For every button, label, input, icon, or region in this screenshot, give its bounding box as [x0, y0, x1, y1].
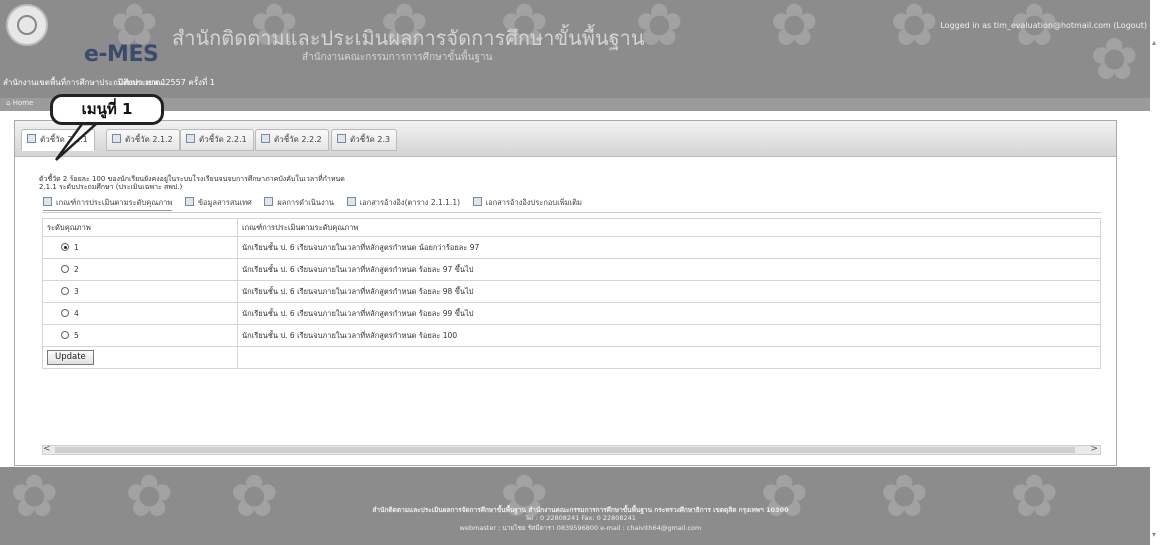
- table-row: 5 นักเรียนชั้น ป. 6 เรียนจบภายในเวลาที่ห…: [42, 324, 1101, 347]
- level-label: 3: [74, 287, 79, 296]
- breadcrumb: ⌂ Home: [0, 98, 1161, 111]
- quality-criteria-table: ระดับคุณภาพ เกณฑ์การประเมินตามระดับคุณภา…: [42, 218, 1101, 369]
- indicator-description: ตัวชี้วัด 2 ร้อยละ 100 ของนักเรียนยังคงอ…: [39, 175, 345, 191]
- subtab-label: ผลการดำเนินงาน: [277, 198, 335, 207]
- edit-icon: [112, 134, 121, 143]
- page-vertical-scrollbar[interactable]: [1150, 0, 1161, 545]
- scroll-left-icon[interactable]: <: [43, 444, 51, 454]
- level-radio-selected[interactable]: [61, 243, 69, 251]
- tab-indicator-2-1-2[interactable]: ตัวชี้วัด 2.1.2: [106, 129, 180, 151]
- criterion-cell: นักเรียนชั้น ป. 6 เรียนจบภายในเวลาที่หลั…: [237, 324, 1101, 347]
- subtab-reference-docs[interactable]: เอกสารอ้างอิง(ตาราง 2.1.1.1): [346, 196, 461, 211]
- home-link[interactable]: ⌂ Home: [6, 99, 33, 107]
- scrollbar-thumb[interactable]: [55, 447, 1075, 453]
- footer-webmaster: webmaster : นายไชย รัศมีดารา 0839596800 …: [459, 524, 702, 532]
- edit-icon: [43, 197, 52, 206]
- tab-indicator-2-3[interactable]: ตัวชี้วัด 2.3: [331, 129, 398, 151]
- edit-icon: [264, 197, 274, 206]
- ministry-seal-logo: [6, 4, 48, 46]
- scroll-right-icon[interactable]: >: [1090, 444, 1098, 454]
- main-panel: ตัวชี้วัด 2.1.1 ตัวชี้วัด 2.1.2 ตัวชี้วั…: [14, 120, 1117, 466]
- flower-decoration: ✿: [770, 0, 819, 59]
- empty-cell: [237, 346, 1101, 369]
- subtab-results[interactable]: ผลการดำเนินงาน: [264, 196, 334, 211]
- tab-indicator-2-2-2[interactable]: ตัวชี้วัด 2.2.2: [255, 129, 329, 151]
- subtab-label: เกณฑ์การประเมินตามระดับคุณภาพ: [56, 198, 173, 207]
- edit-icon: [186, 134, 195, 143]
- site-footer: ✿ ✿ ✿ ✿ ✿ ✿ ✿ สำนักติดตามและประเมินผลการ…: [0, 467, 1161, 545]
- app-logo: e-MES: [84, 42, 159, 67]
- edit-icon: [27, 134, 36, 143]
- indicator-title: ตัวชี้วัด 2 ร้อยละ 100 ของนักเรียนยังคงอ…: [39, 175, 345, 183]
- column-header-criterion: เกณฑ์การประเมินตามระดับคุณภาพ: [237, 218, 1101, 237]
- home-link-label: Home: [12, 99, 34, 107]
- level-radio[interactable]: [61, 331, 69, 339]
- level-label: 1: [74, 243, 79, 252]
- horizontal-scrollbar[interactable]: < >: [42, 444, 1101, 455]
- level-radio[interactable]: [61, 309, 69, 317]
- table-row: 4 นักเรียนชั้น ป. 6 เรียนจบภายในเวลาที่ห…: [42, 302, 1101, 325]
- org-subtitle: สำนักงานคณะกรรมการการศึกษาขั้นพื้นฐาน: [302, 52, 493, 63]
- criterion-cell: นักเรียนชั้น ป. 6 เรียนจบภายในเวลาที่หลั…: [237, 280, 1101, 303]
- criterion-cell: นักเรียนชั้น ป. 6 เรียนจบภายในเวลาที่หลั…: [237, 236, 1101, 259]
- subtab-label: เอกสารอ้างอิงประกอบเพิ่มเติม: [485, 198, 583, 207]
- level-cell[interactable]: 3: [42, 280, 238, 303]
- table-row: Update: [42, 346, 1101, 369]
- subtab-label: เอกสารอ้างอิง(ตาราง 2.1.1.1): [359, 198, 461, 207]
- site-header: ✿ ✿ ✿ ✿ ✿ ✿ ✿ ✿ ✿ e-MES สำนักติดตามและปร…: [0, 0, 1161, 98]
- column-header-level: ระดับคุณภาพ: [42, 218, 238, 237]
- table-header-row: ระดับคุณภาพ เกณฑ์การประเมินตามระดับคุณภา…: [42, 218, 1101, 237]
- edit-icon: [346, 197, 356, 206]
- level-radio[interactable]: [61, 287, 69, 295]
- scroll-up-icon[interactable]: ▴: [1152, 38, 1156, 47]
- subtab-information[interactable]: ข้อมูลสารสนเทศ: [184, 196, 252, 211]
- sub-tab-divider: [42, 212, 1101, 213]
- tab-label: ตัวชี้วัด 2.3: [350, 135, 391, 144]
- update-cell: Update: [42, 346, 238, 369]
- update-button[interactable]: Update: [47, 350, 94, 365]
- home-icon: ⌂: [6, 99, 11, 107]
- level-cell[interactable]: 4: [42, 302, 238, 325]
- sub-tab-bar: เกณฑ์การประเมินตามระดับคุณภาพ ข้อมูลสารส…: [43, 196, 592, 212]
- flower-decoration: ✿: [890, 0, 939, 59]
- fiscal-year-label: ปีงบประมาณ 2557 ครั้งที่ 1: [118, 78, 215, 87]
- footer-phone: Tel : 0 22808241 Fax: 0 22808241: [525, 514, 636, 522]
- tab-label: ตัวชี้วัด 2.2.1: [199, 135, 247, 144]
- table-row: 3 นักเรียนชั้น ป. 6 เรียนจบภายในเวลาที่ห…: [42, 280, 1101, 303]
- tab-label: ตัวชี้วัด 2.2.2: [274, 135, 322, 144]
- table-row: 2 นักเรียนชั้น ป. 6 เรียนจบภายในเวลาที่ห…: [42, 258, 1101, 281]
- login-status-link[interactable]: Logged in as tim_evaluation@hotmail.com …: [940, 21, 1147, 30]
- menu-callout: เมนูที่ 1: [50, 94, 164, 125]
- tab-indicator-2-2-1[interactable]: ตัวชี้วัด 2.2.1: [180, 129, 254, 151]
- tab-label: ตัวชี้วัด 2.1.2: [125, 135, 173, 144]
- level-cell[interactable]: 2: [42, 258, 238, 281]
- edit-icon: [337, 134, 346, 143]
- edit-icon: [261, 134, 270, 143]
- subtab-quality-criteria[interactable]: เกณฑ์การประเมินตามระดับคุณภาพ: [43, 196, 173, 211]
- level-radio[interactable]: [61, 265, 69, 273]
- level-label: 2: [74, 265, 79, 274]
- criterion-cell: นักเรียนชั้น ป. 6 เรียนจบภายในเวลาที่หลั…: [237, 258, 1101, 281]
- table-row: 1 นักเรียนชั้น ป. 6 เรียนจบภายในเวลาที่ห…: [42, 236, 1101, 259]
- criterion-cell: นักเรียนชั้น ป. 6 เรียนจบภายในเวลาที่หลั…: [237, 302, 1101, 325]
- indicator-tab-bar: ตัวชี้วัด 2.1.1 ตัวชี้วัด 2.1.2 ตัวชี้วั…: [15, 121, 1116, 157]
- flower-decoration: ✿: [1090, 25, 1139, 93]
- level-label: 4: [74, 309, 79, 318]
- subtab-label: ข้อมูลสารสนเทศ: [197, 198, 252, 207]
- edit-icon: [472, 197, 482, 206]
- subtab-additional-docs[interactable]: เอกสารอ้างอิงประกอบเพิ่มเติม: [472, 196, 583, 211]
- indicator-subtitle: 2.1.1 ระดับประถมศึกษา (ประเมินเฉพาะ สพป.…: [39, 183, 183, 191]
- level-cell[interactable]: 5: [42, 324, 238, 347]
- tab-indicator-2-1-1[interactable]: ตัวชี้วัด 2.1.1: [21, 129, 95, 151]
- scroll-down-icon[interactable]: ▾: [1152, 530, 1156, 539]
- edit-icon: [184, 197, 194, 206]
- tab-label: ตัวชี้วัด 2.1.1: [40, 135, 88, 144]
- level-cell[interactable]: 1: [42, 236, 238, 259]
- level-label: 5: [74, 331, 79, 340]
